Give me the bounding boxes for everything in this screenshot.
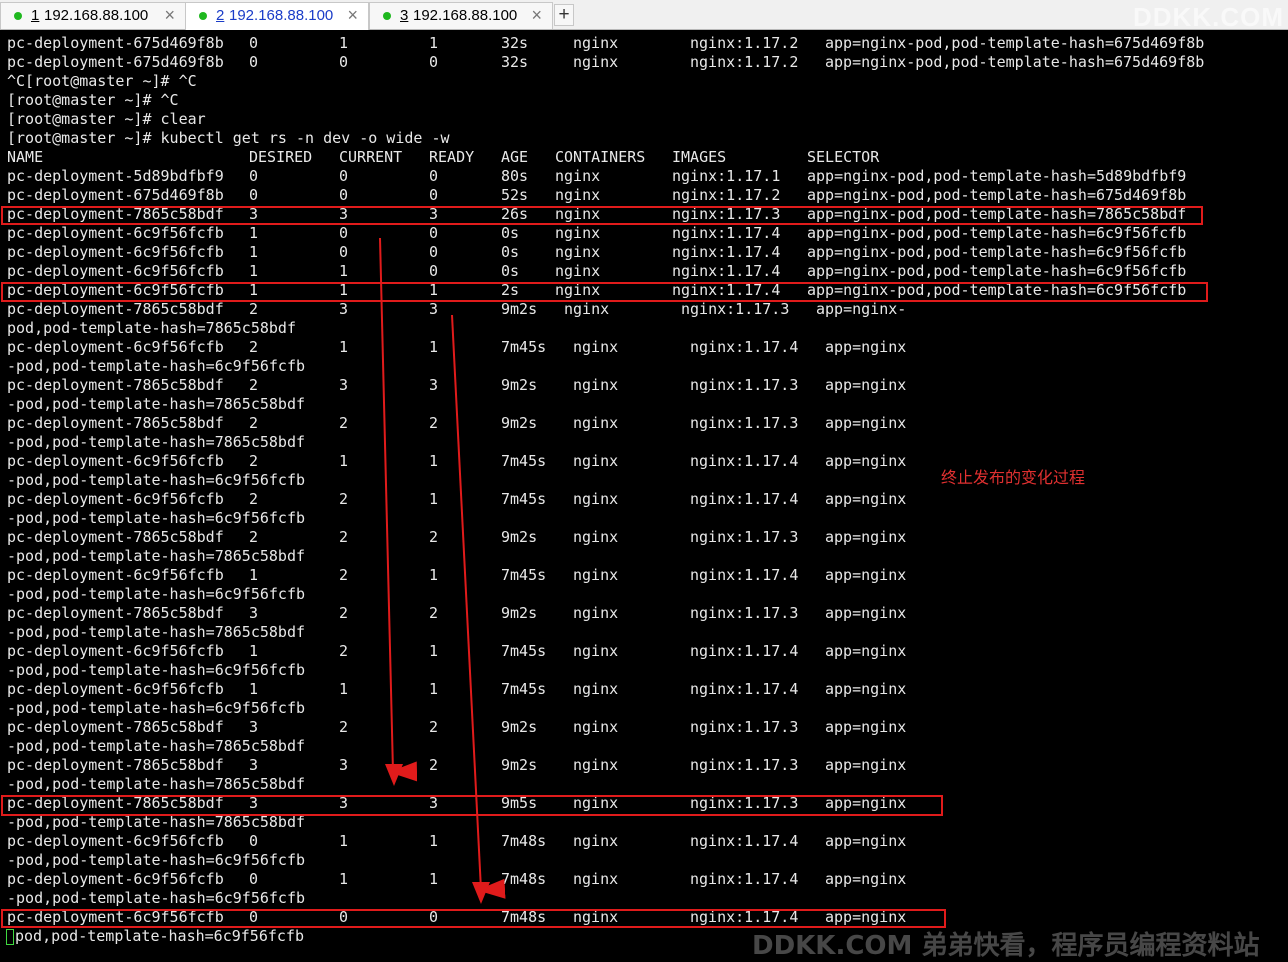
annotation-note: 终止发布的变化过程	[941, 468, 1086, 487]
arrow-to-final-7865c58bdf	[379, 237, 418, 782]
watermark-text: DDKK.COM 弟弟快看，程序员编程资料站	[752, 931, 1260, 961]
terminal-cursor	[6, 929, 14, 945]
arrowhead-1	[385, 764, 403, 786]
arrow-to-final-6c9f56fcfb	[451, 314, 506, 899]
annotation-arrows	[379, 237, 506, 904]
arrowhead-2	[472, 882, 490, 904]
